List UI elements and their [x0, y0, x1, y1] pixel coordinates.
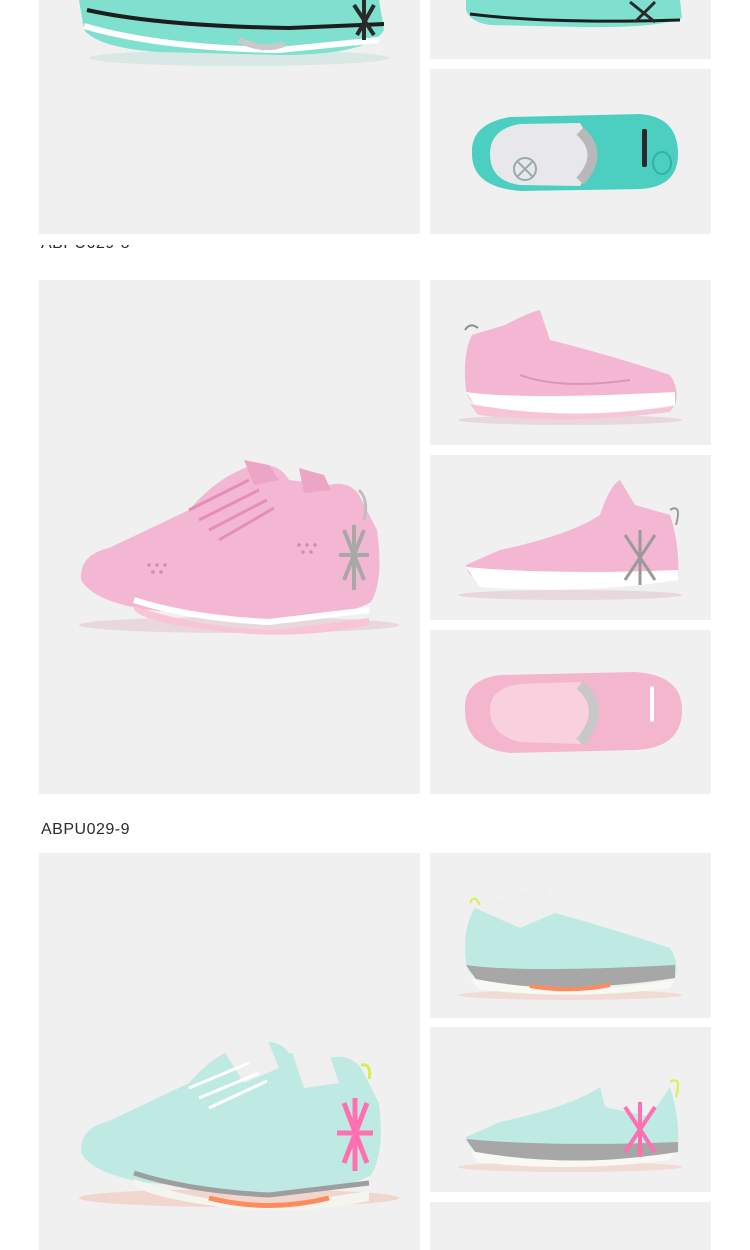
multicolor-medial-image [430, 1027, 711, 1192]
multicolor-angle-image [39, 853, 420, 1250]
pink-angle-image [39, 280, 420, 794]
variant-code-label-9: ABPU029-9 [41, 821, 130, 838]
mint-angle-image [39, 0, 420, 234]
pink-sole-image [430, 630, 711, 794]
mint-sole-image [430, 69, 711, 234]
multicolor-sole-image [430, 1202, 711, 1250]
multicolor-lateral-image [430, 853, 711, 1018]
pink-lateral-image [430, 280, 711, 445]
variant-code-label-8: ABPU029-8 [41, 245, 130, 267]
pink-medial-image [430, 455, 711, 620]
mint-side-image [430, 0, 711, 59]
